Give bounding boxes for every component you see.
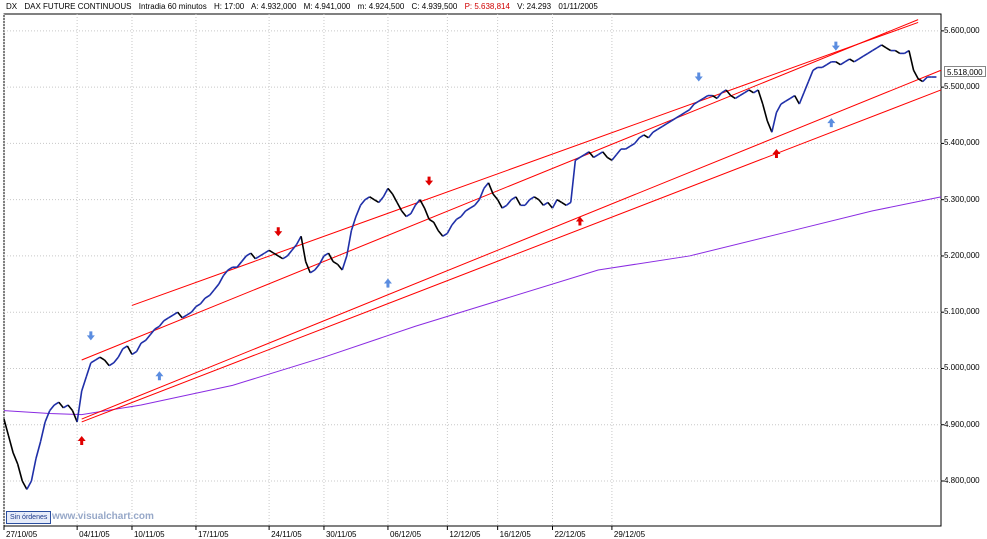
y-tick-label: 5.600,000: [944, 25, 980, 35]
x-tick-label: 10/11/05: [133, 530, 165, 539]
x-tick-label: 16/12/05: [499, 530, 531, 539]
x-tick-label: 12/12/05: [449, 530, 481, 539]
x-tick-label: 24/11/05: [271, 530, 302, 539]
x-tick-label: 29/12/05: [613, 530, 646, 539]
chart-area: DX DAX FUTURE CONTINUOUS Intradia 60 min…: [0, 0, 987, 539]
sin-ordenes-button[interactable]: Sin órdenes: [6, 511, 52, 524]
watermark: www.visualchart.com: [52, 511, 154, 522]
x-tick-label: 04/11/05: [79, 530, 110, 539]
x-tick-label: 30/11/05: [325, 530, 357, 539]
y-tick-label: 5.300,000: [944, 194, 980, 204]
plot-frame: [3, 13, 942, 527]
x-tick-label: 22/12/05: [554, 530, 586, 539]
plot-svg: [3, 13, 944, 530]
x-tick-label: 27/10/05: [6, 530, 38, 539]
last-price-label: 5.518,000: [944, 66, 986, 77]
y-tick-label: 5.100,000: [944, 307, 980, 317]
y-tick-label: 4.900,000: [944, 419, 980, 429]
y-tick-label: 5.400,000: [944, 138, 980, 148]
y-tick-label: 4.800,000: [944, 475, 980, 485]
y-tick-label: 5.200,000: [944, 250, 980, 260]
x-tick-label: 06/12/05: [389, 530, 422, 539]
y-tick-label: 5.000,000: [944, 363, 980, 373]
y-tick-label: 5.500,000: [944, 82, 980, 92]
x-tick-label: 17/11/05: [197, 530, 229, 539]
